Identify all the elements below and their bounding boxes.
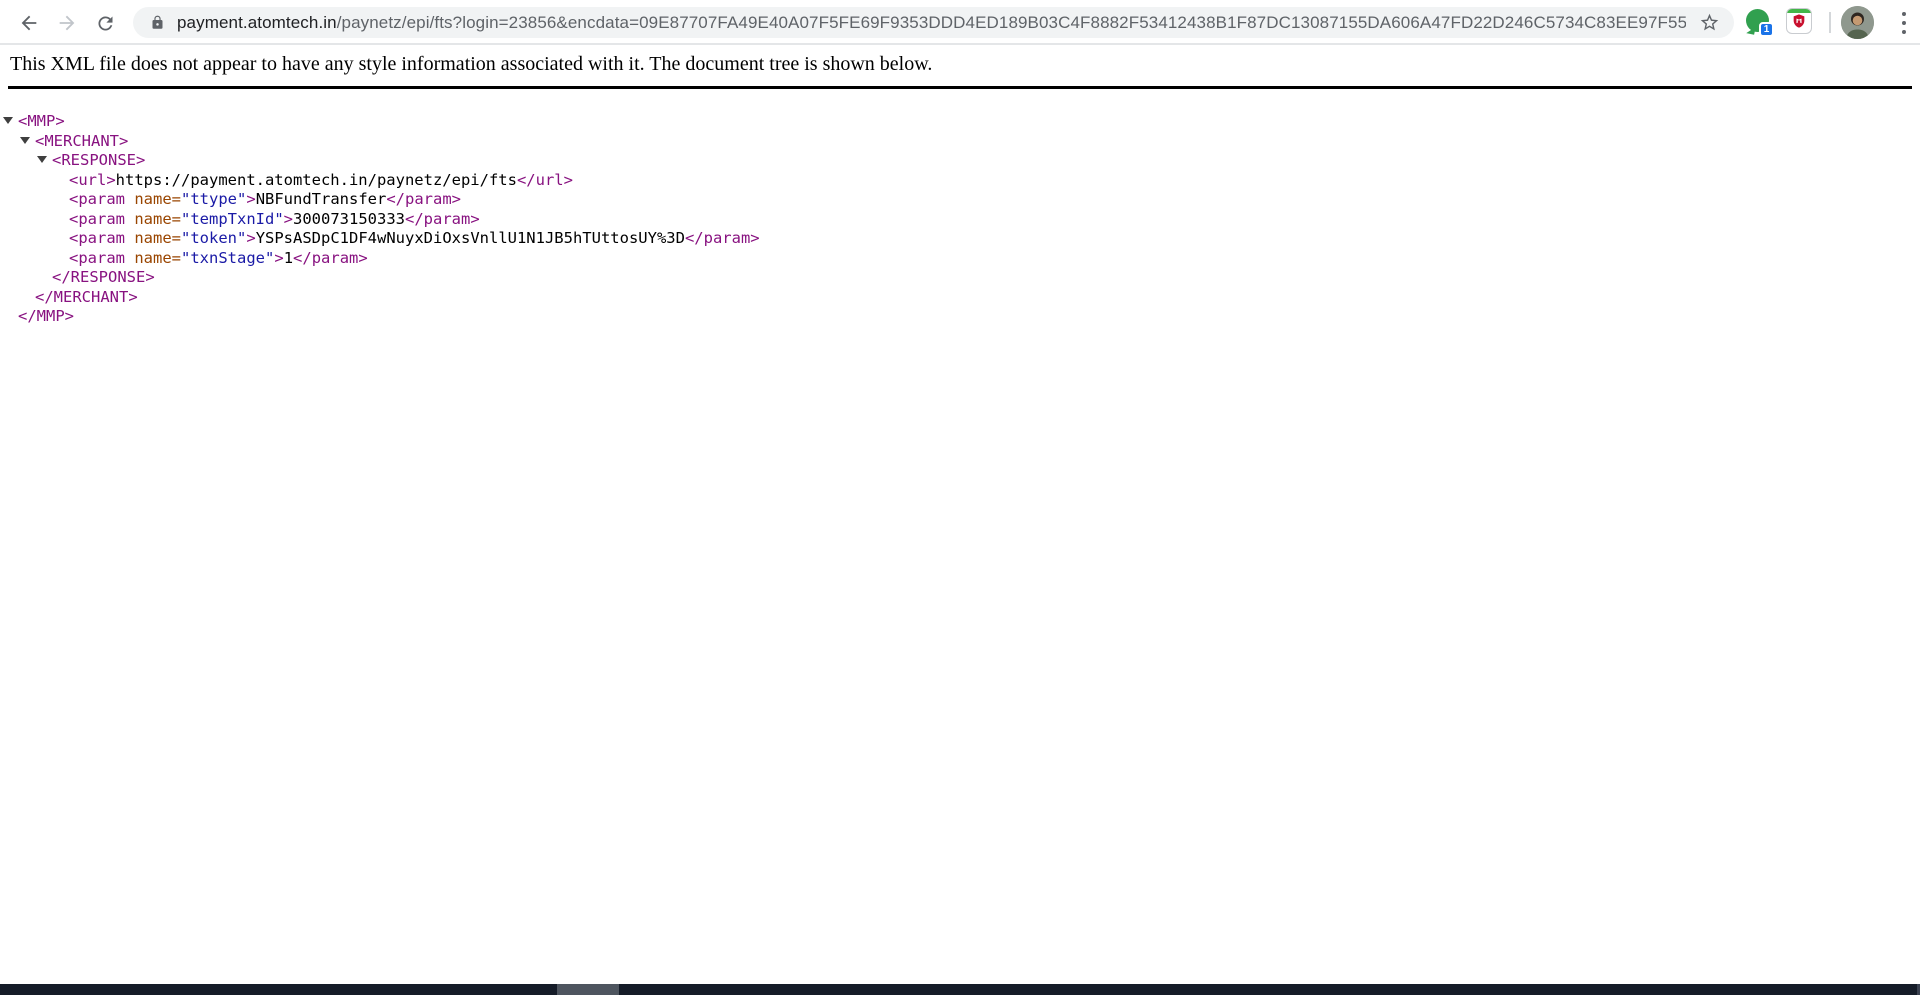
- xml-segment-val: "token": [181, 229, 246, 247]
- xml-segment-tag: </param>: [293, 249, 368, 267]
- xml-segment-tag: </url>: [517, 171, 573, 189]
- xml-segment-attr: name=: [134, 210, 181, 228]
- forward-button[interactable]: [52, 8, 82, 38]
- xml-segment-tag: <param: [69, 229, 125, 247]
- mcafee-extension-icon[interactable]: [1786, 8, 1812, 34]
- xml-segment-txt: NBFundTransfer: [256, 190, 387, 208]
- xml-line: </MERCHANT>: [2, 288, 1912, 308]
- collapse-arrow-icon[interactable]: [37, 156, 47, 163]
- toolbar-separator: [1829, 12, 1831, 33]
- browser-menu-button[interactable]: [1894, 12, 1914, 34]
- back-icon: [18, 12, 40, 34]
- shield-icon: [1791, 13, 1807, 29]
- xml-segment-attr: name=: [134, 249, 181, 267]
- xml-segment-txt: [125, 210, 134, 228]
- xml-segment-txt: 300073150333: [293, 210, 405, 228]
- arrow-spacer: [54, 254, 64, 261]
- xml-segment-tag: </param>: [405, 210, 480, 228]
- xml-segment-val: "txnStage": [181, 249, 274, 267]
- xml-segment-tag: <MERCHANT>: [35, 132, 128, 150]
- menu-dot: [1902, 12, 1906, 16]
- xml-line: <param name="ttype">NBFundTransfer</para…: [2, 190, 1912, 210]
- xml-segment-tag: </param>: [386, 190, 461, 208]
- xml-segment-txt: 1: [284, 249, 293, 267]
- xml-segment-tag: <param: [69, 249, 125, 267]
- url-text[interactable]: payment.atomtech.in/paynetz/epi/fts?logi…: [177, 7, 1686, 38]
- url-domain: payment.atomtech.in: [177, 13, 337, 32]
- xml-line: <url>https://payment.atomtech.in/paynetz…: [2, 171, 1912, 191]
- xml-viewer-page: This XML file does not appear to have an…: [0, 47, 1920, 327]
- arrow-spacer: [54, 215, 64, 222]
- reload-button[interactable]: [90, 8, 120, 38]
- collapse-arrow-icon[interactable]: [20, 137, 30, 144]
- xml-line: <param name="token">YSPsASDpC1DF4wNuyxDi…: [2, 229, 1912, 249]
- xml-segment-tag: <url>: [69, 171, 116, 189]
- xml-segment-tag: <MMP>: [18, 112, 65, 130]
- arrow-spacer: [37, 273, 47, 280]
- arrow-spacer: [54, 234, 64, 241]
- xml-segment-val: "tempTxnId": [181, 210, 284, 228]
- mcafee-green-bar: [1787, 9, 1811, 13]
- chat-extension-icon[interactable]: 1: [1746, 9, 1769, 32]
- xml-segment-tag: <param: [69, 190, 125, 208]
- xml-segment-tag: >: [274, 249, 283, 267]
- xml-segment-tag: <RESPONSE>: [52, 151, 145, 169]
- xml-segment-tag: </param>: [685, 229, 760, 247]
- avatar-photo: [1841, 6, 1874, 39]
- xml-line: <MERCHANT>: [2, 132, 1912, 152]
- reload-icon: [95, 13, 116, 34]
- xml-document-tree: <MMP> <MERCHANT><RESPONSE> <url>https://pa…: [2, 112, 1912, 327]
- xml-segment-tag: >: [246, 229, 255, 247]
- xml-segment-txt: YSPsASDpC1DF4wNuyxDiOxsVnllU1N1JB5hTUtto…: [256, 229, 685, 247]
- bookmark-star-icon[interactable]: [1699, 12, 1720, 38]
- xml-segment-tag: >: [284, 210, 293, 228]
- xml-segment-tag: </MERCHANT>: [35, 288, 138, 306]
- lock-icon[interactable]: [150, 15, 165, 35]
- forward-icon: [56, 12, 78, 34]
- menu-dot: [1902, 30, 1906, 34]
- xml-segment-tag: </RESPONSE>: [52, 268, 155, 286]
- xml-line: </RESPONSE>: [2, 268, 1912, 288]
- xml-segment-txt: [125, 229, 134, 247]
- xml-segment-txt: [125, 190, 134, 208]
- arrow-spacer: [54, 176, 64, 183]
- xml-line: <RESPONSE>: [2, 151, 1912, 171]
- xml-style-notice: This XML file does not appear to have an…: [8, 53, 1912, 89]
- taskbar-active-app-indicator[interactable]: [557, 984, 619, 995]
- arrow-spacer: [20, 293, 30, 300]
- address-bar[interactable]: payment.atomtech.in/paynetz/epi/fts?logi…: [133, 7, 1734, 38]
- xml-line: <param name="txnStage">1</param>: [2, 249, 1912, 269]
- xml-segment-attr: name=: [134, 190, 181, 208]
- windows-taskbar-sliver[interactable]: [0, 984, 1920, 995]
- menu-dot: [1902, 21, 1906, 25]
- back-button[interactable]: [14, 8, 44, 38]
- xml-segment-val: "ttype": [181, 190, 246, 208]
- xml-segment-attr: name=: [134, 229, 181, 247]
- xml-segment-txt: [125, 249, 134, 267]
- xml-line: </MMP>: [2, 307, 1912, 327]
- xml-segment-tag: </MMP>: [18, 307, 74, 325]
- profile-avatar[interactable]: [1841, 6, 1874, 39]
- collapse-arrow-icon[interactable]: [3, 117, 13, 124]
- extension-badge: 1: [1759, 22, 1774, 37]
- xml-line: <param name="tempTxnId">300073150333</pa…: [2, 210, 1912, 230]
- arrow-spacer: [3, 312, 13, 319]
- xml-segment-tag: >: [246, 190, 255, 208]
- xml-line: <MMP>: [2, 112, 1912, 132]
- url-path: /paynetz/epi/fts?login=23856&encdata=09E…: [337, 13, 1686, 32]
- xml-segment-tag: <param: [69, 210, 125, 228]
- arrow-spacer: [54, 195, 64, 202]
- xml-segment-txt: https://payment.atomtech.in/paynetz/epi/…: [116, 171, 517, 189]
- browser-toolbar: payment.atomtech.in/paynetz/epi/fts?logi…: [0, 0, 1920, 45]
